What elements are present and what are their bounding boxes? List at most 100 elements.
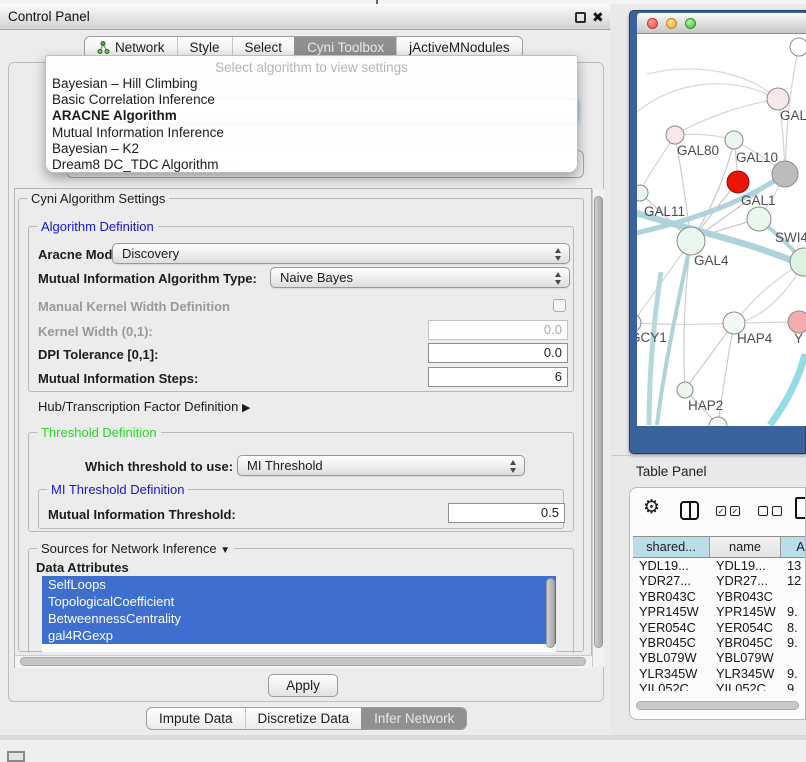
table-cell: YER054C bbox=[633, 620, 710, 635]
algorithm-option-bayesian-k2[interactable]: Bayesian – K2 bbox=[46, 141, 577, 157]
table-cell: YIL052C bbox=[633, 681, 710, 691]
data-attributes-list[interactable]: SelfLoopsTopologicalCoefficientBetweenne… bbox=[42, 576, 556, 652]
network-window[interactable]: GALGAL80GAL10GAL1GAL11SWI4GAL4GCY1HAP4YH… bbox=[629, 10, 806, 454]
table-row[interactable]: YDL19...YDL19...13 bbox=[633, 558, 806, 573]
network-edge[interactable] bbox=[675, 99, 778, 135]
attribute-gal4rgexp[interactable]: gal4RGexp bbox=[42, 627, 556, 644]
algorithm-popup: Select algorithm to view settings Bayesi… bbox=[45, 55, 578, 173]
table-row[interactable]: YDR27...YDR27...12 bbox=[633, 573, 806, 588]
close-traffic-light-icon[interactable] bbox=[647, 18, 658, 29]
network-edge[interactable] bbox=[637, 323, 734, 325]
algorithm-option-bayesian-hill-climbing[interactable]: Bayesian – Hill Climbing bbox=[46, 76, 577, 92]
network-node[interactable] bbox=[790, 38, 806, 56]
network-edge[interactable] bbox=[640, 135, 675, 193]
close-icon[interactable]: ✖ bbox=[592, 7, 604, 27]
network-node-gal10[interactable] bbox=[725, 131, 743, 149]
algorithm-option-aracne-algorithm[interactable]: ARACNE Algorithm bbox=[46, 108, 577, 124]
table-row[interactable]: YBR043CYBR043C bbox=[633, 589, 806, 604]
sources-title[interactable]: Sources for Network Inference ▼ bbox=[37, 541, 234, 556]
combo-arrows-icon bbox=[510, 460, 517, 473]
minimize-traffic-light-icon[interactable] bbox=[666, 18, 677, 29]
table-row[interactable]: YBR045CYBR045C9. bbox=[633, 635, 806, 650]
mi-type-select[interactable]: Naive Bayes bbox=[270, 267, 570, 288]
horizontal-scrollbar-thumb[interactable] bbox=[20, 657, 586, 666]
which-threshold-label: Which threshold to use: bbox=[85, 459, 233, 474]
algorithm-option-mutual-information-inference[interactable]: Mutual Information Inference bbox=[46, 125, 577, 141]
column-header-shared[interactable]: shared... bbox=[633, 537, 710, 557]
split-view-icon[interactable] bbox=[680, 501, 699, 520]
table-hscrollbar-thumb[interactable] bbox=[636, 701, 799, 710]
mi-threshold-label: Mutual Information Threshold: bbox=[48, 507, 236, 522]
algorithm-option-dream8-dc-tdc-algorithm[interactable]: Dream8 DC_TDC Algorithm bbox=[46, 157, 577, 173]
mi-type-label: Mutual Information Algorithm Type: bbox=[38, 271, 257, 286]
kernel-width-label: Kernel Width (0,1): bbox=[38, 324, 153, 339]
manual-kernel-checkbox[interactable] bbox=[553, 299, 566, 312]
settings-gear-icon[interactable]: ⚙ bbox=[643, 496, 660, 519]
algorithm-popup-items: Bayesian – Hill ClimbingBasic Correlatio… bbox=[46, 76, 577, 173]
corner-grip[interactable] bbox=[7, 751, 25, 762]
deselect-all-icon[interactable] bbox=[758, 506, 782, 516]
network-edge[interactable] bbox=[685, 323, 734, 390]
table-cell: YBR043C bbox=[633, 589, 710, 604]
new-table-icon[interactable] bbox=[795, 497, 806, 519]
network-node-y[interactable] bbox=[788, 311, 806, 333]
node-label-gal11: GAL11 bbox=[644, 204, 685, 219]
network-window-titlebar[interactable] bbox=[637, 13, 806, 34]
cyni-algorithm-settings-title: Cyni Algorithm Settings bbox=[27, 191, 169, 206]
table-row[interactable]: YPR145WYPR145W9. bbox=[633, 604, 806, 619]
table-header-row: shared...nameA bbox=[633, 536, 806, 558]
node-label-gal: GAL bbox=[780, 108, 806, 123]
dpi-tolerance-input[interactable]: 0.0 bbox=[428, 343, 568, 363]
column-header-name[interactable]: name bbox=[710, 537, 781, 557]
tab-impute-data[interactable]: Impute Data bbox=[147, 708, 245, 729]
table-row[interactable]: YIL052CYIL052C9 bbox=[633, 681, 806, 691]
algorithm-option-basic-correlation-inference[interactable]: Basic Correlation Inference bbox=[46, 92, 577, 108]
attribute-topologicalcoefficient[interactable]: TopologicalCoefficient bbox=[42, 593, 556, 610]
table-cell: 8. bbox=[781, 620, 806, 635]
node-label-gal10: GAL10 bbox=[736, 150, 778, 165]
table-cell: 9. bbox=[781, 635, 806, 650]
attribute-selfloops[interactable]: SelfLoops bbox=[42, 576, 556, 593]
kernel-width-input[interactable]: 0.0 bbox=[428, 320, 568, 340]
select-all-icon[interactable]: ✓✓ bbox=[716, 506, 740, 516]
tab-discretize-data[interactable]: Discretize Data bbox=[245, 708, 362, 729]
network-node-gal80[interactable] bbox=[666, 126, 684, 144]
tab-infer-network[interactable]: Infer Network bbox=[361, 708, 466, 729]
network-edge[interactable] bbox=[637, 84, 778, 119]
table-cell: 9. bbox=[781, 604, 806, 619]
table-cell: YER054C bbox=[710, 620, 781, 635]
network-node-gal1[interactable] bbox=[727, 171, 749, 193]
tab-label: Discretize Data bbox=[258, 708, 350, 729]
mi-steps-input[interactable]: 6 bbox=[428, 367, 568, 387]
network-edge[interactable] bbox=[770, 354, 805, 425]
column-header-a[interactable]: A bbox=[781, 537, 806, 557]
network-node-gal[interactable] bbox=[767, 88, 789, 110]
table-body: YDL19...YDL19...13YDR27...YDR27...12YBR0… bbox=[633, 558, 806, 691]
vertical-scrollbar-thumb[interactable] bbox=[594, 196, 603, 648]
network-node-gal11[interactable] bbox=[637, 185, 648, 201]
table-cell: YBR045C bbox=[710, 635, 781, 650]
table-cell bbox=[781, 650, 806, 665]
table-row[interactable]: YLR345WYLR345W9. bbox=[633, 666, 806, 681]
table-row[interactable]: YER054CYER054C8. bbox=[633, 620, 806, 635]
mi-threshold-input[interactable]: 0.5 bbox=[448, 503, 565, 523]
checked-checkbox-icon: ✓ bbox=[730, 506, 740, 516]
network-graph[interactable]: GALGAL80GAL10GAL1GAL11SWI4GAL4GCY1HAP4YH… bbox=[637, 34, 806, 426]
float-window-icon[interactable] bbox=[575, 12, 586, 23]
table-cell: YBR043C bbox=[710, 589, 781, 604]
network-node-swi4[interactable] bbox=[747, 207, 771, 231]
tab-label: Infer Network bbox=[374, 708, 454, 729]
aracne-mode-select[interactable]: Discovery bbox=[112, 243, 570, 264]
network-canvas[interactable]: GALGAL80GAL10GAL1GAL11SWI4GAL4GCY1HAP4YH… bbox=[637, 34, 806, 426]
which-threshold-select[interactable]: MI Threshold bbox=[237, 455, 525, 476]
attributes-scrollbar-thumb[interactable] bbox=[546, 578, 555, 648]
network-node-gal4[interactable] bbox=[677, 227, 705, 255]
node-label-hap2: HAP2 bbox=[688, 398, 723, 413]
attribute-betweennesscentrality[interactable]: BetweennessCentrality bbox=[42, 610, 556, 627]
hub-definition-toggle[interactable]: Hub/Transcription Factor Definition ▶ bbox=[38, 399, 250, 414]
zoom-traffic-light-icon[interactable] bbox=[685, 18, 696, 29]
table-cell: 12 bbox=[781, 573, 806, 588]
network-node-hap2[interactable] bbox=[677, 382, 693, 398]
apply-button[interactable]: Apply bbox=[268, 674, 338, 697]
table-row[interactable]: YBL079WYBL079W bbox=[633, 650, 806, 665]
